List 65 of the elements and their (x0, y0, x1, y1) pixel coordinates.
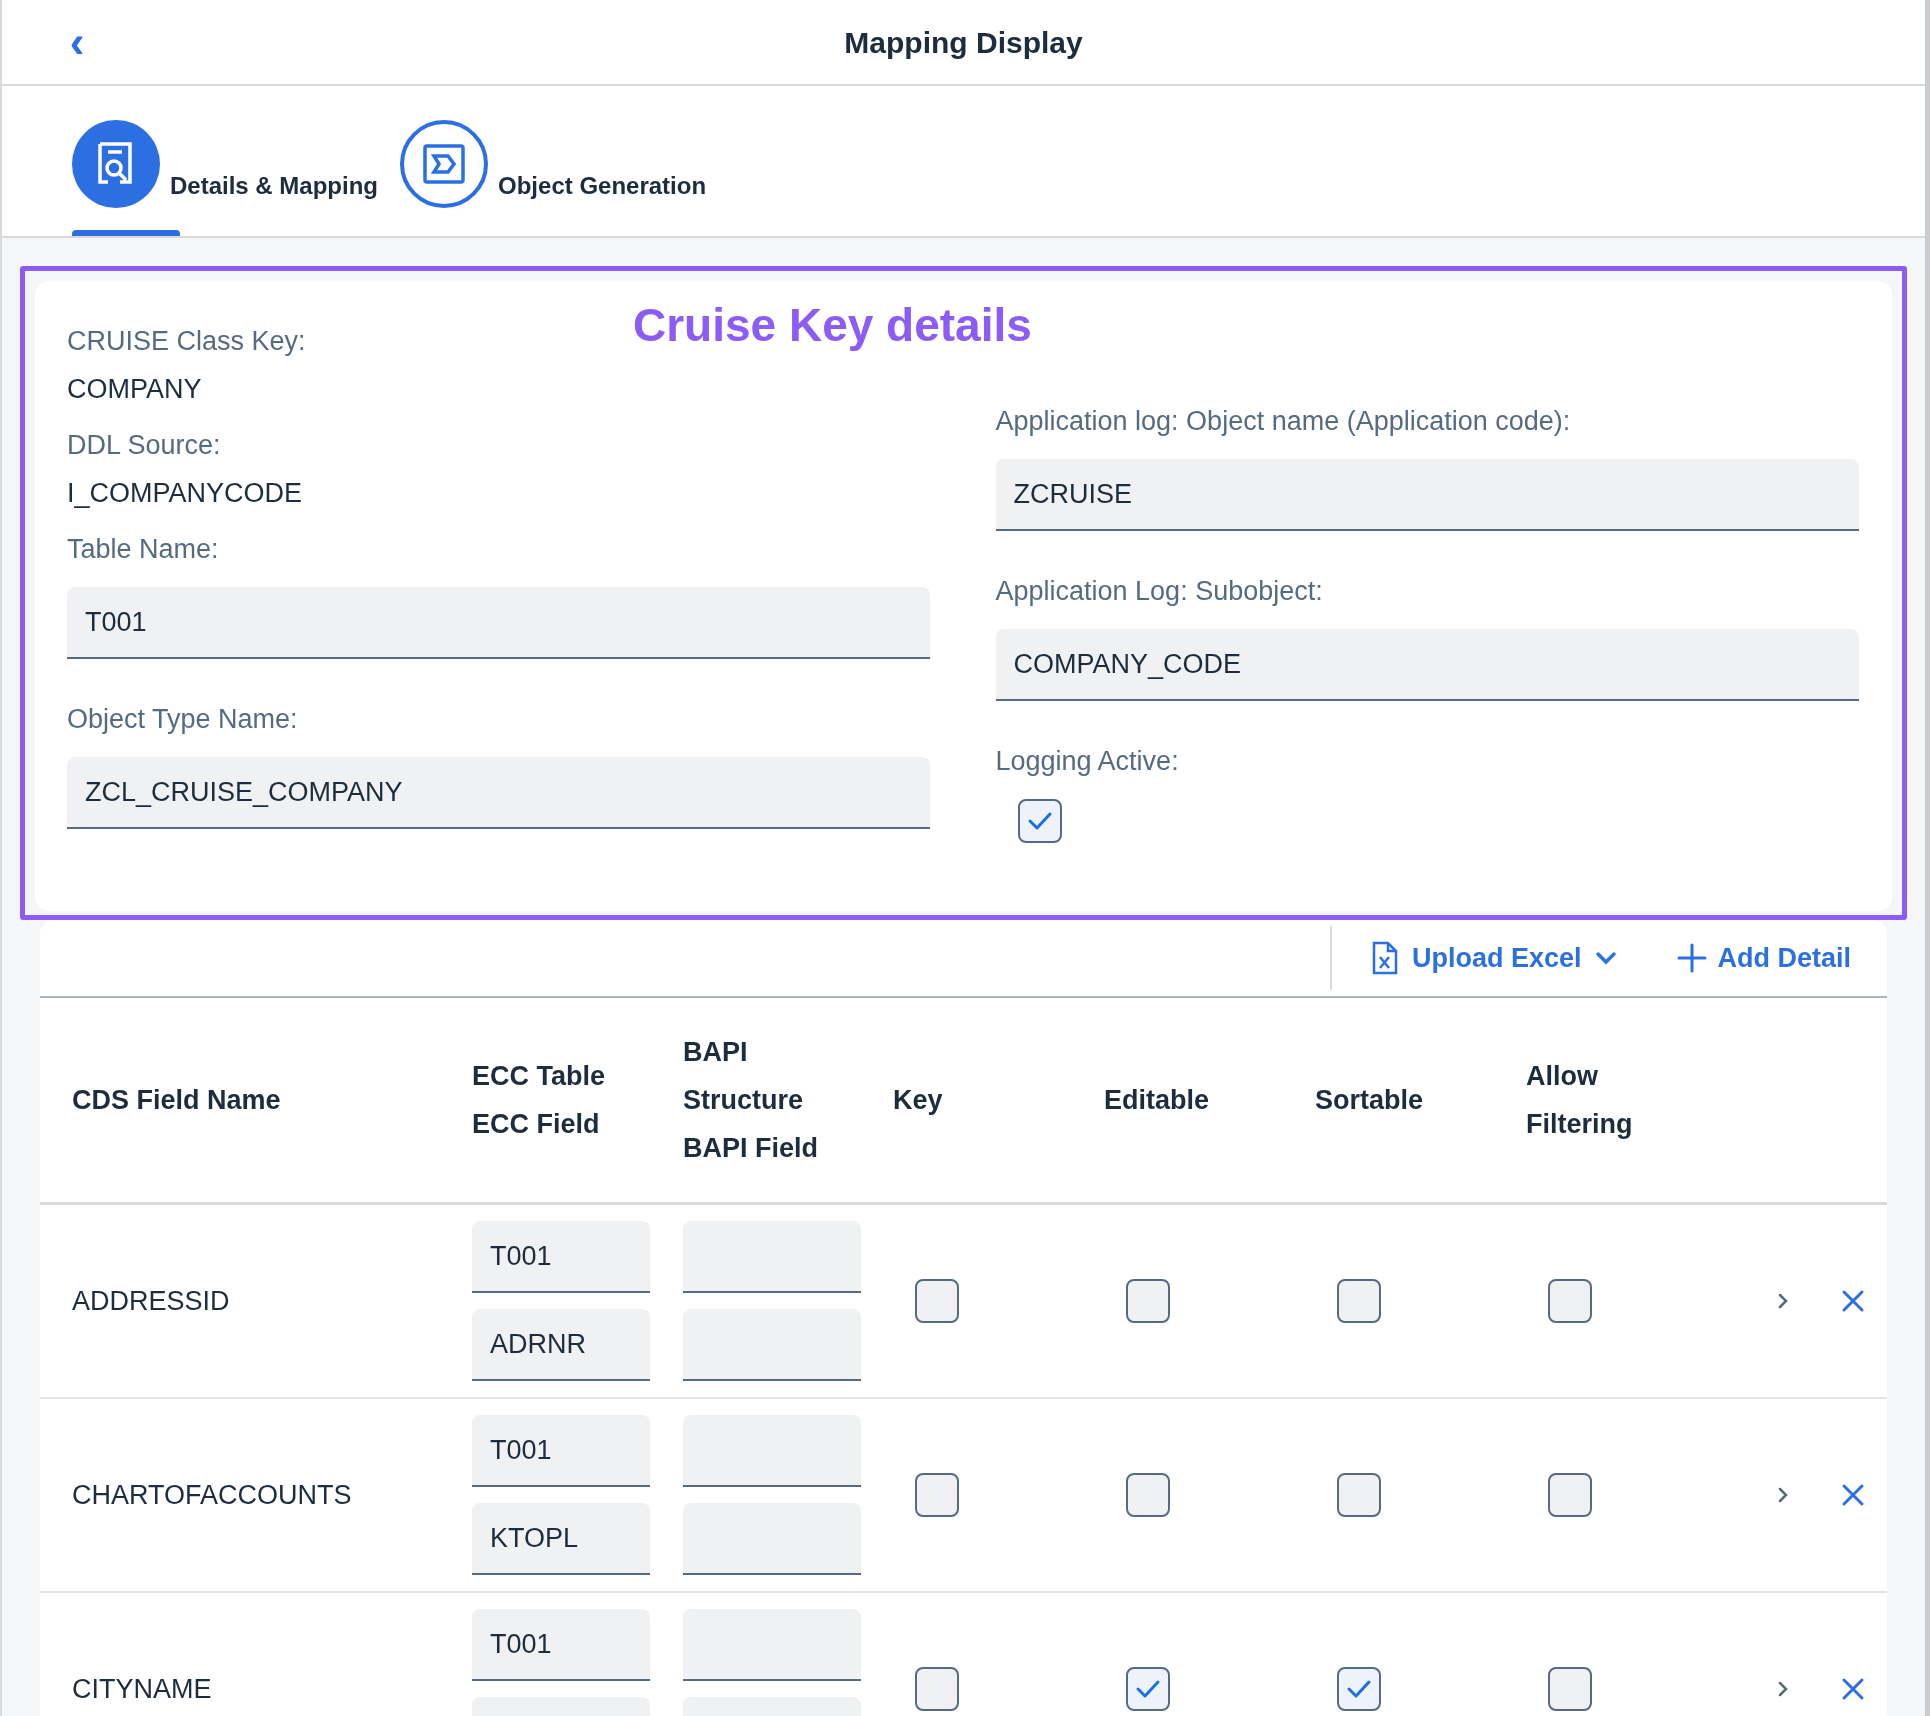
checkbox[interactable] (1017, 799, 1062, 843)
checkbox[interactable] (1548, 1473, 1592, 1517)
checkbox[interactable] (915, 1279, 959, 1323)
field-label: CRUISE Class Key: (67, 325, 306, 358)
column-header: Allow Filtering (1526, 1060, 1634, 1141)
checkmark-icon (1026, 810, 1053, 832)
input-field[interactable]: ZCL_CRUISE_COMPANY (67, 757, 930, 829)
field-label: Logging Active: (995, 745, 1179, 778)
field-label: Table Name: (67, 533, 219, 566)
checkmark-icon (1135, 1678, 1161, 1700)
checkbox[interactable] (1337, 1667, 1381, 1711)
back-button[interactable]: ‹ (62, 20, 92, 64)
checkbox[interactable] (1337, 1279, 1381, 1323)
close-icon[interactable] (1841, 1483, 1865, 1507)
column-header: BAPI Structure BAPI Field (683, 1036, 819, 1165)
chevron-down-icon (1595, 951, 1618, 965)
ecc-table-field[interactable]: T001 (472, 1221, 650, 1293)
bapi-field-field[interactable] (683, 1309, 861, 1381)
bapi-structure-field[interactable] (683, 1221, 861, 1293)
plus-icon (1677, 943, 1708, 973)
column-header: ECC Table ECC Field (472, 1060, 607, 1141)
field-label: Object Type Name: (67, 703, 298, 736)
field-value: I_COMPANYCODE (67, 477, 303, 510)
checkbox[interactable] (1126, 1473, 1170, 1517)
bapi-field-field[interactable] (683, 1503, 861, 1575)
ecc-field-field[interactable]: ADRNR (472, 1309, 650, 1381)
field-label: Application log: Object name (Application code): (995, 405, 1571, 438)
annotation-title: Cruise Key details (633, 298, 1032, 353)
field-label: Application Log: Subobject: (995, 575, 1323, 608)
column-header: Editable (1104, 1084, 1211, 1117)
chevron-right-icon[interactable] (1777, 1680, 1789, 1698)
table-cell-text: ADDRESSID (72, 1284, 231, 1318)
checkbox[interactable] (1548, 1279, 1592, 1323)
checkbox[interactable] (1126, 1279, 1170, 1323)
checkbox[interactable] (1548, 1667, 1592, 1711)
table-cell-text: CHARTOFACCOUNTS (72, 1478, 353, 1512)
field-value: COMPANY (67, 373, 202, 406)
chevron-right-icon[interactable] (1777, 1292, 1789, 1310)
column-header: Key (893, 1084, 944, 1117)
checkbox[interactable] (915, 1667, 959, 1711)
input-field[interactable]: ZCRUISE (995, 459, 1859, 531)
chevron-right-icon[interactable] (1777, 1486, 1789, 1504)
input-field[interactable]: COMPANY_CODE (995, 629, 1859, 701)
upload-excel-button[interactable]: Upload Excel (1371, 937, 1618, 979)
checkbox[interactable] (1337, 1473, 1381, 1517)
table-cell-text: CITYNAME (72, 1672, 213, 1706)
ecc-table-field[interactable]: T001 (472, 1609, 650, 1681)
close-icon[interactable] (1841, 1289, 1865, 1313)
ecc-field-field[interactable]: KTOPL (472, 1503, 650, 1575)
checkbox[interactable] (915, 1473, 959, 1517)
column-header: Sortable (1315, 1084, 1425, 1117)
close-icon[interactable] (1841, 1677, 1865, 1701)
page-title: Mapping Display (844, 24, 1083, 61)
checkmark-icon (1346, 1678, 1372, 1700)
bapi-structure-field[interactable] (683, 1415, 861, 1487)
field-label: DDL Source: (67, 429, 221, 462)
checkbox[interactable] (1126, 1667, 1170, 1711)
step-tab[interactable]: Object Generation (400, 86, 707, 236)
column-header: CDS Field Name (72, 1084, 282, 1117)
add-detail-button[interactable]: Add Detail (1677, 937, 1851, 979)
step-tab[interactable]: Details & Mapping (72, 86, 379, 236)
input-field[interactable]: T001 (67, 587, 930, 659)
excel-file-icon (1371, 941, 1398, 975)
ecc-table-field[interactable]: T001 (472, 1415, 650, 1487)
bapi-structure-field[interactable] (683, 1609, 861, 1681)
